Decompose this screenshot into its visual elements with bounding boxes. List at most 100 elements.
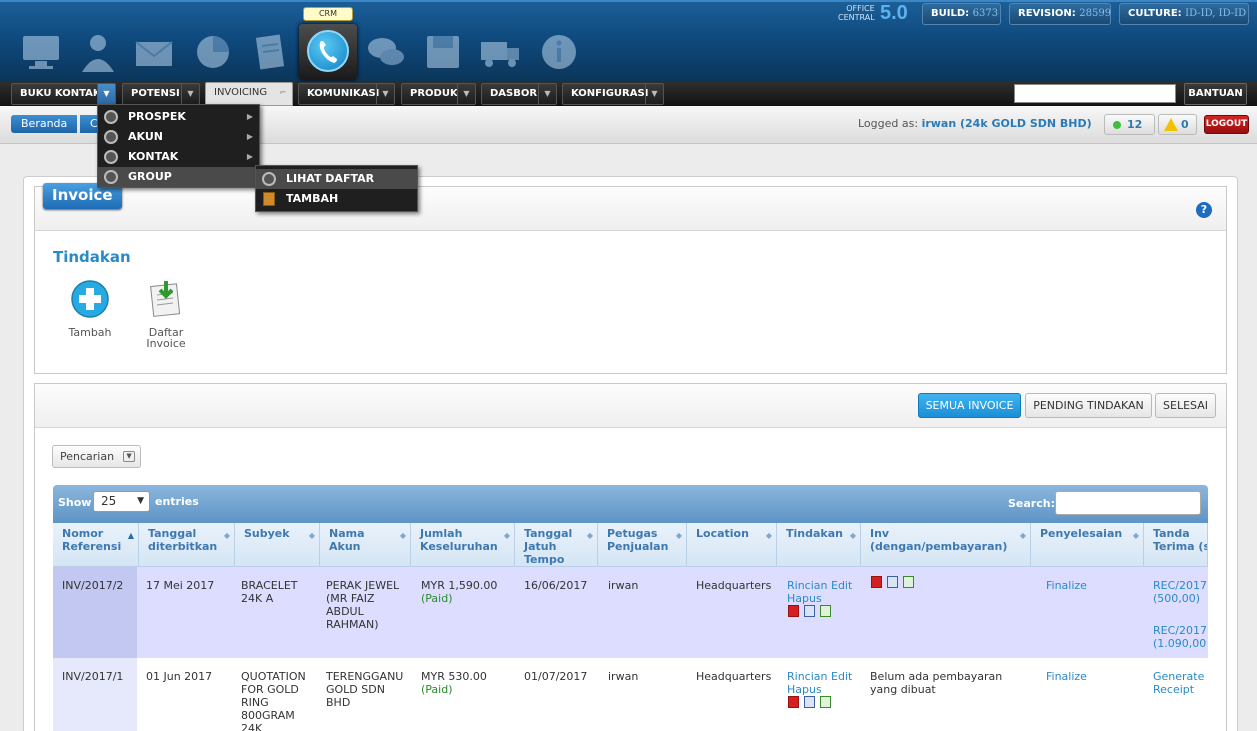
pdf-icon[interactable]	[871, 576, 882, 588]
column-header-location[interactable]: Location ◆	[687, 523, 777, 567]
chevron-down-icon[interactable]: ▼	[376, 84, 394, 104]
crm-module-tile[interactable]	[299, 24, 357, 80]
excel-icon[interactable]	[903, 576, 914, 588]
excel-icon[interactable]	[820, 696, 831, 708]
online-users-badge[interactable]: 12	[1104, 114, 1155, 135]
sort-asc-icon: ▲	[127, 531, 134, 540]
sort-icon: ◆	[675, 531, 682, 540]
dropdown-item-prospek[interactable]: PROSPEK ▶	[98, 107, 259, 127]
rincian-link[interactable]: Rincian	[787, 579, 828, 592]
chevron-down-icon[interactable]: ▼	[645, 84, 663, 104]
hapus-link[interactable]: Hapus	[787, 592, 822, 605]
column-header-tanggal-diterbitkan[interactable]: Tanggal diterbitkan ◆	[139, 523, 235, 567]
table-row	[53, 658, 1208, 731]
column-header-nama-akun[interactable]: Nama Akun ◆	[320, 523, 411, 567]
menu-potensi[interactable]: POTENSI ▼	[122, 83, 200, 105]
filter-pending-button[interactable]: PENDING TINDAKAN	[1025, 393, 1152, 418]
table-search-input[interactable]	[1055, 491, 1201, 515]
generate-receipt-link[interactable]: Generate	[1153, 670, 1208, 683]
chevron-down-icon[interactable]: ▼	[181, 84, 199, 104]
submenu-item-tambah[interactable]: TAMBAH	[256, 189, 417, 209]
floppy-icon[interactable]	[421, 30, 465, 74]
pie-chart-icon[interactable]	[191, 30, 235, 74]
chat-bubbles-icon[interactable]	[364, 30, 408, 74]
pdf-icon[interactable]	[788, 605, 799, 617]
receipt-link[interactable]: REC/2017	[1153, 579, 1208, 592]
magnifier-icon	[104, 150, 118, 164]
help-icon[interactable]: ?	[1196, 202, 1212, 218]
magnifier-icon	[104, 130, 118, 144]
menu-search-input[interactable]	[1014, 84, 1176, 103]
column-header-inv[interactable]: Inv (dengan/pembayaran) ◆	[861, 523, 1031, 567]
column-header-tanda-terima[interactable]: TandaTerima (s)	[1144, 523, 1208, 567]
sort-icon: ◆	[849, 531, 856, 540]
cell-account: PERAK JEWEL (MR FAIZ ABDUL RAHMAN)	[326, 579, 400, 631]
envelope-icon[interactable]	[132, 30, 176, 74]
menu-buku-kontak[interactable]: BUKU KONTAK ▼	[11, 83, 116, 105]
add-record-icon	[263, 192, 275, 206]
info-icon[interactable]	[537, 30, 581, 74]
online-dot-icon	[1113, 121, 1121, 129]
cell-date: 17 Mei 2017	[146, 579, 215, 592]
chevron-down-icon[interactable]: ▼	[97, 84, 115, 104]
menu-dasbor[interactable]: DASBOR ▼	[481, 83, 557, 105]
page-length-select[interactable]: 25 ▼	[93, 491, 150, 512]
filter-selesai-button[interactable]: SELESAI	[1155, 393, 1216, 418]
cell-date: 01 Jun 2017	[146, 670, 213, 683]
column-header-subyek[interactable]: Subyek ◆	[235, 523, 320, 567]
pdf-icon[interactable]	[788, 696, 799, 708]
chevron-down-icon[interactable]: ▼	[457, 84, 475, 104]
word-icon[interactable]	[887, 576, 898, 588]
submenu-item-lihat-daftar[interactable]: LIHAT DAFTAR	[256, 169, 417, 189]
cell-amount: MYR 530.00 (Paid)	[421, 670, 487, 696]
culture-info: CULTURE: ID-ID, ID-ID	[1119, 3, 1249, 25]
truck-icon[interactable]	[479, 30, 523, 74]
edit-link[interactable]: Edit	[831, 579, 852, 592]
warning-badge[interactable]: 0	[1158, 114, 1197, 135]
chevron-down-icon[interactable]: ▼	[538, 84, 556, 104]
excel-icon[interactable]	[820, 605, 831, 617]
menu-produk[interactable]: PRODUK ▼	[401, 83, 476, 105]
finalize-link[interactable]: Finalize	[1046, 579, 1087, 592]
column-header-jatuh-tempo[interactable]: Tanggal Jatuh Tempo ◆	[515, 523, 598, 567]
edit-link[interactable]: Edit	[831, 670, 852, 683]
column-header-penyelesaian[interactable]: Penyelesaian ◆	[1031, 523, 1144, 567]
menu-komunikasi[interactable]: KOMUNIKASI ▼	[298, 83, 395, 105]
menu-konfigurasi[interactable]: KONFIGURASI ▼	[562, 83, 664, 105]
monitor-icon[interactable]	[19, 30, 63, 74]
receipt-link[interactable]: REC/2017	[1153, 624, 1208, 637]
filter-all-invoice-button[interactable]: SEMUA INVOICE	[918, 393, 1021, 418]
word-icon[interactable]	[804, 605, 815, 617]
column-header-tindakan[interactable]: Tindakan ◆	[777, 523, 861, 567]
add-icon[interactable]	[70, 279, 110, 319]
sort-icon: ◆	[765, 531, 772, 540]
dropdown-item-group[interactable]: GROUP	[98, 167, 259, 187]
word-icon[interactable]	[804, 696, 815, 708]
chevron-icon: ⌐	[279, 88, 287, 97]
breadcrumb-home[interactable]: Beranda	[11, 115, 78, 133]
rincian-link[interactable]: Rincian	[787, 670, 828, 683]
action-tambah-label[interactable]: Tambah	[64, 327, 116, 338]
phone-icon	[307, 30, 349, 72]
menu-invoicing[interactable]: INVOICING ⌐	[205, 82, 293, 106]
document-icon[interactable]	[248, 30, 292, 74]
cell-receipts: REC/2017 (500,00) REC/2017 (1.090,00	[1153, 579, 1208, 650]
action-daftar-invoice-label[interactable]: Daftar Invoice	[138, 327, 194, 349]
chevron-right-icon: ▶	[246, 112, 253, 121]
hapus-link[interactable]: Hapus	[787, 683, 822, 696]
bantuan-button[interactable]: BANTUAN	[1184, 83, 1247, 105]
column-header-jumlah[interactable]: Jumlah Keseluruhan ◆	[411, 523, 515, 567]
cell-inv-note: Belum ada pembayaran yang dibuat	[870, 670, 1003, 696]
column-header-petugas[interactable]: Petugas Penjualan ◆	[598, 523, 687, 567]
sort-icon: ◆	[1019, 531, 1026, 540]
finalize-link[interactable]: Finalize	[1046, 670, 1087, 683]
dropdown-item-kontak[interactable]: KONTAK ▶	[98, 147, 259, 167]
person-icon[interactable]	[76, 30, 120, 74]
build-info: BUILD: 6373	[922, 3, 1001, 25]
pencarian-toggle[interactable]: Pencarian ▼	[52, 445, 142, 468]
cell-location: Headquarters	[696, 670, 772, 683]
column-header-nomor-referensi[interactable]: Nomor Referensi ▲	[53, 523, 139, 567]
logout-button[interactable]: LOGOUT	[1204, 115, 1249, 134]
invoice-list-icon[interactable]	[146, 279, 186, 319]
dropdown-item-akun[interactable]: AKUN ▶	[98, 127, 259, 147]
